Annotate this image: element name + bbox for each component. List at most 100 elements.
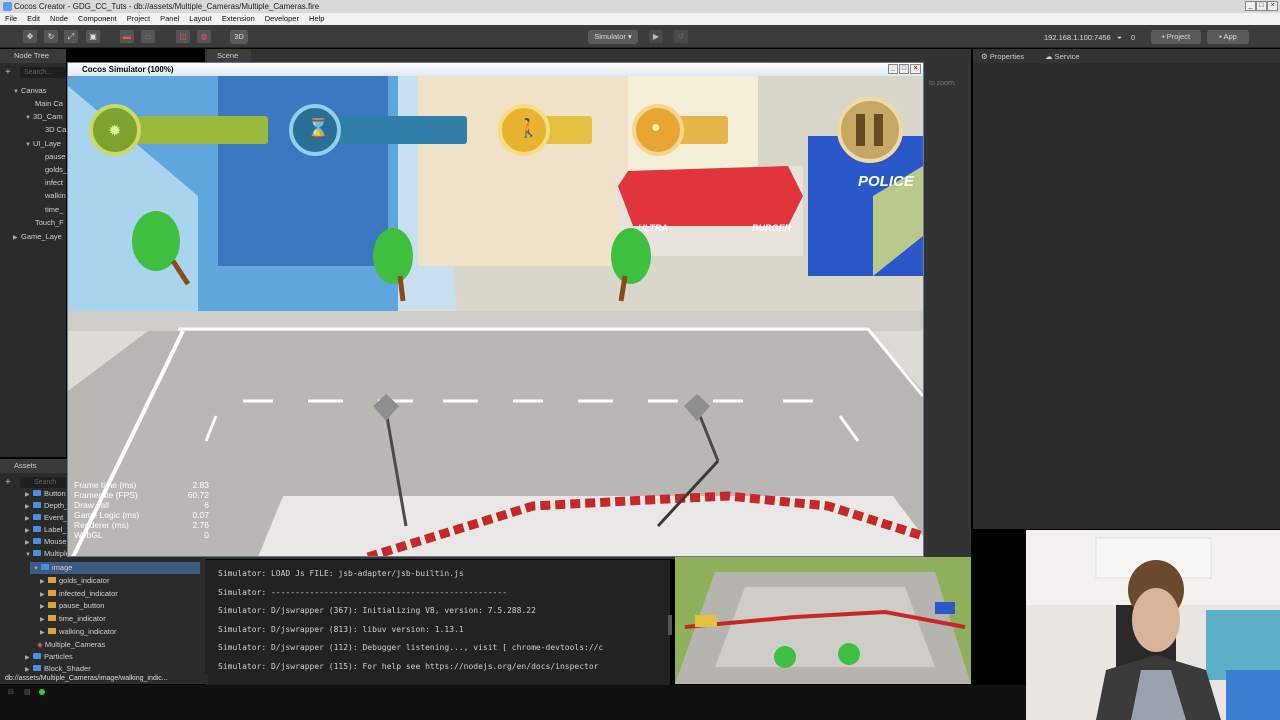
sim-maximize-button[interactable]: □ (899, 64, 909, 74)
console-line: Simulator: LOAD Js FILE: jsb-adapter/jsb… (218, 569, 464, 578)
mode-3d-button[interactable]: 3D (230, 30, 248, 44)
tree-node[interactable]: ▶ Game_Laye (13, 232, 62, 241)
menu-component[interactable]: Component (73, 13, 122, 25)
asset-item[interactable]: ▶ Block_Shader (25, 664, 91, 673)
gear-icon: ⚙ (981, 52, 990, 61)
asset-item[interactable]: ▶ Label_ (25, 525, 67, 534)
wifi-icon: ◒ (1117, 32, 1122, 41)
menu-layout[interactable]: Layout (184, 13, 217, 25)
ip-address: 192.168.1.100:7456 (1044, 33, 1111, 42)
menu-help[interactable]: Help (304, 13, 329, 25)
console-line: Simulator: D/jswrapper (112): Debugger l… (218, 643, 604, 652)
camera-preview (675, 557, 971, 684)
play-icon[interactable]: ▶ (649, 30, 663, 43)
sim-minimize-button[interactable]: _ (888, 64, 898, 74)
tree-node[interactable]: Touch_F (35, 218, 64, 227)
console-line: Simulator: D/jswrapper (813): libuv vers… (218, 625, 464, 634)
asset-item[interactable]: ▶ walking_indicator (40, 627, 117, 636)
app-button[interactable]: ▪ App (1207, 30, 1249, 44)
align-tool-icon[interactable]: ▬ (120, 30, 134, 43)
stat-row: Framerate (FPS) 60.72 (74, 490, 209, 500)
tree-node[interactable]: infect (45, 178, 63, 187)
rect-tool-icon[interactable]: ▣ (86, 30, 100, 43)
wifi-count: 0 (1131, 33, 1136, 42)
simulator-title-bar: Cocos Simulator (100%) _ □ × (68, 63, 923, 76)
asset-item[interactable]: ▶ infected_indicator (40, 589, 118, 598)
stat-row: Draw call 6 (74, 500, 209, 510)
console-line: Simulator: -----------------------------… (218, 588, 507, 597)
scene-hint: to zoom. (929, 80, 956, 87)
console-scrollbar[interactable] (668, 615, 672, 635)
pause-button[interactable] (770, 109, 832, 171)
asset-item[interactable]: ▶ time_indicator (40, 614, 106, 623)
project-button[interactable]: ▪ Project (1151, 30, 1201, 44)
menu-project[interactable]: Project (122, 13, 155, 25)
scale-tool-icon[interactable]: ⤢ (64, 30, 78, 43)
tree-node[interactable]: Main Ca (35, 99, 63, 108)
asset-item[interactable]: ▶ pause_button (40, 601, 104, 610)
align-tool-2-icon[interactable]: ▭ (141, 30, 155, 43)
toolbar: ✥ ↻ ⤢ ▣ ▬ ▭ ◫ ◍ 3D Simulator ▾ ▶ ↺ 192.1… (0, 25, 1280, 48)
tree-node[interactable]: 3D Ca (45, 125, 66, 134)
police-sign: POLICE (858, 173, 914, 190)
menu-edit[interactable]: Edit (22, 13, 45, 25)
add-asset-icon[interactable]: + (5, 477, 11, 488)
asset-item[interactable]: ▶ Depth_ (25, 501, 68, 510)
tab-service[interactable]: ☁ Service (1045, 52, 1080, 61)
menu-panel[interactable]: Panel (155, 13, 184, 25)
menu-bar: File Edit Node Component Project Panel Layout E… (0, 13, 1280, 25)
asset-item[interactable]: ▶ Mouse_ (25, 537, 71, 546)
node-search-input[interactable]: Search... (20, 67, 66, 78)
hourglass-icon: ⌛ (307, 118, 330, 138)
tree-node[interactable]: ▼ 3D_Cam (25, 112, 63, 121)
add-node-icon[interactable]: + (5, 67, 11, 78)
webcam-overlay (1026, 530, 1280, 720)
refresh-icon[interactable]: ↺ (674, 30, 688, 43)
menu-node[interactable]: Node (45, 13, 73, 25)
distribute-tool-2-icon[interactable]: ◍ (197, 30, 211, 43)
tree-node[interactable]: ▼ Canvas (13, 86, 46, 95)
menu-extension[interactable]: Extension (217, 13, 260, 25)
asset-item[interactable]: ▼ image (33, 563, 72, 572)
ultra-sign: ULTRA (638, 223, 668, 233)
window-title: Cocos Creator - GDG_CC_Tuts - db://asset… (14, 2, 320, 11)
tab-scene[interactable]: Scene (207, 49, 251, 63)
stat-row: WebGL 0 (74, 530, 209, 540)
close-window-button[interactable]: × (1267, 1, 1278, 11)
asset-item[interactable]: ▼ Multiple (25, 549, 70, 558)
console-line: Simulator: D/jswrapper (367): Initializi… (218, 606, 536, 615)
cloud-icon: ☁ (1045, 52, 1055, 61)
tree-node[interactable]: ▼ UI_Laye (25, 139, 61, 148)
tree-node[interactable]: golds_ (45, 165, 67, 174)
distribute-tool-icon[interactable]: ◫ (176, 30, 190, 43)
debug-stats: Frame time (ms) 2.83 Framerate (FPS) 60.72… (74, 480, 209, 540)
tab-properties[interactable]: ⚙ Properties (981, 52, 1024, 61)
asset-item[interactable]: ▶ golds_indicator (40, 576, 109, 585)
menu-developer[interactable]: Developer (260, 13, 304, 25)
stat-row: Frame time (ms) 2.83 (74, 480, 209, 490)
status-bar: db://assets/Multiple_Cameras/image/walki… (0, 674, 1026, 720)
tree-node[interactable]: time_ (45, 205, 63, 214)
walking-icon: 🚶 (517, 118, 540, 138)
node-tree-panel: Node Tree + Search... ▼ Canvas Main Ca ▼ 3… (0, 49, 67, 457)
properties-panel: ⚙ Properties ☁ Service (973, 49, 1280, 529)
asset-search-input[interactable]: Search (20, 477, 66, 488)
asset-item[interactable]: ▶ Event_ (25, 513, 67, 522)
menu-file[interactable]: File (0, 13, 22, 25)
burger-sign: BURGER (752, 223, 792, 233)
asset-item[interactable]: ▶ Particles (25, 652, 73, 661)
sim-close-button[interactable]: × (910, 64, 921, 74)
tree-node[interactable]: pause (45, 152, 65, 161)
connection-status-icon (39, 689, 45, 695)
stat-row: Game Logic (ms) 0.07 (74, 510, 209, 520)
app-button-label: App (1223, 32, 1237, 41)
rotate-tool-icon[interactable]: ↻ (44, 30, 58, 43)
simulator-select[interactable]: Simulator ▾ (588, 30, 638, 44)
minimize-button[interactable]: _ (1245, 1, 1256, 11)
move-tool-icon[interactable]: ✥ (23, 30, 37, 43)
asset-item[interactable]: ▶ Button (25, 489, 66, 498)
project-button-label: Project (1166, 32, 1191, 41)
maximize-button[interactable]: □ (1256, 1, 1267, 11)
tree-node[interactable]: walkin (45, 191, 66, 200)
asset-item[interactable]: ◈ Multiple_Cameras (37, 640, 105, 649)
